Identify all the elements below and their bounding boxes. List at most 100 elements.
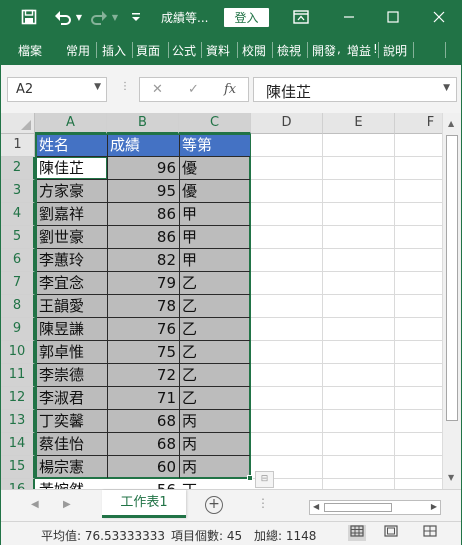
column-header-c[interactable]: C (179, 113, 251, 134)
cell-b11[interactable]: 72 (108, 364, 179, 387)
cell-a4[interactable]: 劉嘉祥 (37, 203, 107, 226)
cell-b14[interactable]: 68 (108, 433, 179, 456)
sheet-tab-1[interactable]: 工作表1 (102, 490, 186, 518)
cell-a2[interactable]: 陳佳芷 (37, 157, 107, 180)
tab-help[interactable]: 說明 (383, 42, 407, 59)
sign-in-button[interactable]: 登入 (224, 8, 269, 27)
tab-home[interactable]: 常用 (66, 42, 90, 59)
scroll-up-icon[interactable]: ▲ (448, 119, 454, 128)
row-header-1[interactable]: 1 (1, 134, 35, 157)
cell-c12[interactable]: 乙 (180, 387, 250, 410)
cell-c15[interactable]: 丙 (180, 456, 250, 479)
maximize-icon[interactable] (383, 7, 403, 27)
undo-dropdown-icon[interactable]: ▼ (73, 7, 85, 27)
minimize-icon[interactable] (339, 7, 359, 27)
cell-a3[interactable]: 方家豪 (37, 180, 107, 203)
formula-input[interactable]: 陳佳芷 ▼ (253, 77, 457, 102)
cell-c16[interactable]: 丁 (180, 479, 250, 489)
quick-analysis-icon[interactable]: ⊟ (255, 471, 274, 488)
page-break-view-icon[interactable] (421, 525, 439, 541)
previous-sheet-icon[interactable]: ◀ (31, 499, 39, 510)
cell-b9[interactable]: 76 (108, 318, 179, 341)
row-header-7[interactable]: 7 (1, 272, 35, 295)
row-header-2[interactable]: 2 (1, 157, 35, 180)
cell-a8[interactable]: 王韻愛 (37, 295, 107, 318)
cell-a1[interactable]: 姓名 (37, 134, 107, 157)
page-layout-view-icon[interactable] (382, 525, 400, 541)
tab-insert[interactable]: 插入 (102, 42, 126, 59)
column-header-b[interactable]: B (107, 113, 179, 134)
cell-b13[interactable]: 68 (108, 410, 179, 433)
column-header-a[interactable]: A (35, 113, 107, 134)
ribbon-display-icon[interactable] (291, 7, 311, 27)
cell-a11[interactable]: 李崇德 (37, 364, 107, 387)
cell-c6[interactable]: 甲 (180, 249, 250, 272)
vertical-scrollbar[interactable]: ▲ ▼ (442, 113, 461, 489)
row-header-12[interactable]: 12 (1, 387, 35, 410)
row-header-15[interactable]: 15 (1, 456, 35, 479)
select-all-button[interactable] (1, 113, 35, 134)
row-header-13[interactable]: 13 (1, 410, 35, 433)
row-header-14[interactable]: 14 (1, 433, 35, 456)
cell-b5[interactable]: 86 (108, 226, 179, 249)
horizontal-scrollbar[interactable]: ◀ ▶ (309, 500, 441, 515)
cell-a12[interactable]: 李淑君 (37, 387, 107, 410)
resize-grip-icon[interactable]: ⋮ (120, 82, 130, 92)
cell-b7[interactable]: 79 (108, 272, 179, 295)
scroll-down-icon[interactable]: ▼ (448, 473, 454, 482)
scroll-left-icon[interactable]: ◀ (313, 502, 319, 511)
row-header-9[interactable]: 9 (1, 318, 35, 341)
more-options-icon[interactable]: ⋮ (257, 496, 269, 510)
cell-c14[interactable]: 丙 (180, 433, 250, 456)
tab-view[interactable]: 檢視 (277, 42, 301, 59)
cell-c9[interactable]: 乙 (180, 318, 250, 341)
expand-formula-icon[interactable]: ▼ (443, 83, 450, 93)
cell-b15[interactable]: 60 (108, 456, 179, 479)
cell-b16[interactable]: 56 (108, 479, 179, 489)
cell-a6[interactable]: 李蕙玲 (37, 249, 107, 272)
cell-b8[interactable]: 78 (108, 295, 179, 318)
cell-b1[interactable]: 成績 (108, 134, 178, 157)
save-icon[interactable] (19, 7, 39, 27)
row-header-4[interactable]: 4 (1, 203, 35, 226)
redo-icon[interactable] (89, 7, 109, 27)
next-sheet-icon[interactable]: ▶ (63, 499, 71, 510)
row-header-8[interactable]: 8 (1, 295, 35, 318)
cell-a16[interactable]: 黃婉然 (37, 479, 107, 489)
cell-a10[interactable]: 郭卓惟 (37, 341, 107, 364)
name-box[interactable]: A2 ▼ (7, 77, 107, 102)
cell-c10[interactable]: 乙 (180, 341, 250, 364)
chevron-down-icon[interactable]: ▼ (94, 82, 101, 92)
row-header-16[interactable]: 16 (1, 479, 35, 489)
cell-a5[interactable]: 劉世豪 (37, 226, 107, 249)
tab-formulas[interactable]: 公式 (172, 42, 196, 59)
row-header-10[interactable]: 10 (1, 341, 35, 364)
row-header-6[interactable]: 6 (1, 249, 35, 272)
cell-b4[interactable]: 86 (108, 203, 179, 226)
cell-c11[interactable]: 乙 (180, 364, 250, 387)
cell-c13[interactable]: 丙 (180, 410, 250, 433)
cell-a13[interactable]: 丁奕馨 (37, 410, 107, 433)
tab-data[interactable]: 資料 (206, 42, 230, 59)
cell-c2[interactable]: 優 (180, 157, 250, 180)
cell-b12[interactable]: 71 (108, 387, 179, 410)
cancel-icon[interactable]: ✕ (152, 82, 163, 97)
redo-dropdown-icon[interactable]: ▼ (109, 7, 121, 27)
tab-review[interactable]: 校閱 (242, 42, 266, 59)
normal-view-icon[interactable] (348, 525, 366, 541)
customize-icon[interactable] (129, 7, 143, 27)
add-sheet-icon[interactable]: + (205, 496, 223, 514)
cell-b10[interactable]: 75 (108, 341, 179, 364)
horizontal-scroll-thumb[interactable] (324, 503, 392, 512)
cell-b3[interactable]: 95 (108, 180, 179, 203)
tab-developer[interactable]: 開發 (312, 42, 336, 59)
scroll-right-icon[interactable]: ▶ (431, 502, 437, 511)
cell-a14[interactable]: 蔡佳怡 (37, 433, 107, 456)
cell-b2[interactable]: 96 (108, 157, 179, 180)
close-icon[interactable] (429, 7, 449, 27)
cell-c5[interactable]: 甲 (180, 226, 250, 249)
cell-a15[interactable]: 楊宗憲 (37, 456, 107, 479)
enter-icon[interactable]: ✓ (188, 82, 199, 97)
column-header-d[interactable]: D (251, 113, 323, 134)
cell-c7[interactable]: 乙 (180, 272, 250, 295)
